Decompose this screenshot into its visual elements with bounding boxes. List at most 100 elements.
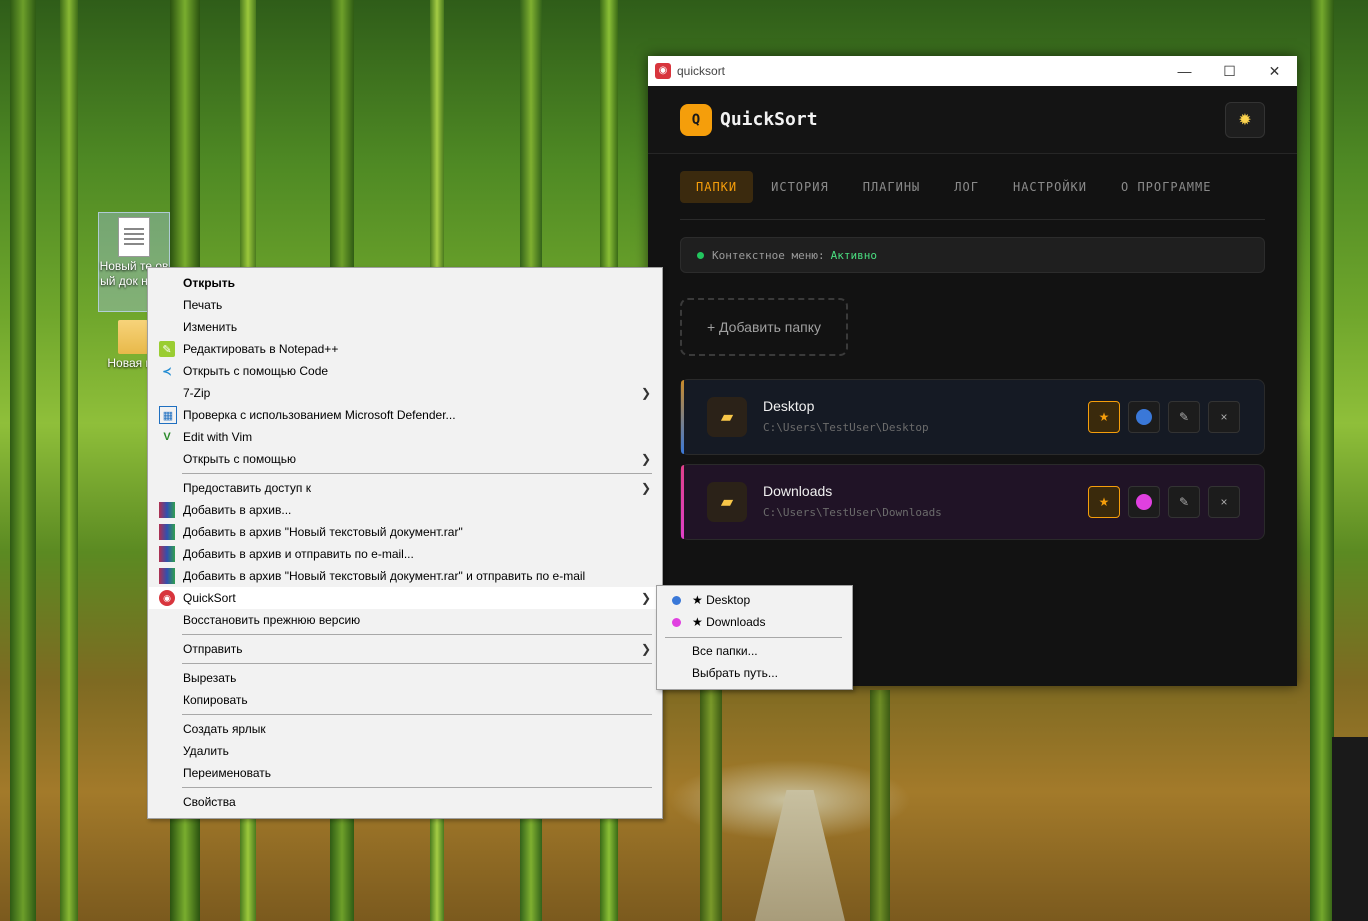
menu-item-add-archive-email[interactable]: Добавить в архив и отправить по e-mail..… xyxy=(149,543,661,565)
menu-item-add-archive-rar-email[interactable]: Добавить в архив "Новый текстовый докуме… xyxy=(149,565,661,587)
tab-history[interactable]: ИСТОРИЯ xyxy=(755,171,845,203)
status-value: Активно xyxy=(830,248,877,262)
menu-separator xyxy=(182,787,652,788)
quicksort-app-icon: ◉ xyxy=(655,63,671,79)
submenu-item-desktop[interactable]: ★ Desktop xyxy=(658,589,851,611)
pencil-icon: ✎ xyxy=(1178,495,1190,509)
chevron-right-icon: ❯ xyxy=(640,591,651,605)
tab-log[interactable]: ЛОГ xyxy=(938,171,995,203)
tab-plugins[interactable]: ПЛАГИНЫ xyxy=(847,171,937,203)
color-dot-icon xyxy=(672,617,681,627)
menu-item-label: Проверка с использованием Microsoft Defe… xyxy=(183,408,456,422)
menu-item-copy[interactable]: Копировать xyxy=(149,689,661,711)
menu-item-label: Редактировать в Notepad++ xyxy=(183,342,339,356)
color-swatch xyxy=(1136,494,1152,510)
edit-button[interactable]: ✎ xyxy=(1168,486,1200,518)
menu-separator xyxy=(665,637,842,638)
menu-item-label: Копировать xyxy=(183,693,248,707)
quicksort-submenu: ★ Desktop ★ Downloads Все папки... Выбра… xyxy=(656,585,853,690)
favorite-button[interactable]: ★ xyxy=(1088,401,1120,433)
edit-button[interactable]: ✎ xyxy=(1168,401,1200,433)
menu-item-properties[interactable]: Свойства xyxy=(149,791,661,813)
winrar-icon xyxy=(159,568,175,584)
menu-item-notepadpp[interactable]: ✎ Редактировать в Notepad++ xyxy=(149,338,661,360)
menu-item-edit[interactable]: Изменить xyxy=(149,316,661,338)
maximize-button[interactable]: ☐ xyxy=(1207,56,1252,86)
menu-item-label: Удалить xyxy=(183,744,229,758)
menu-separator xyxy=(182,634,652,635)
folder-path: C:\Users\TestUser\Downloads xyxy=(763,506,942,519)
tab-settings[interactable]: НАСТРОЙКИ xyxy=(997,171,1103,203)
theme-toggle-button[interactable]: ✹ xyxy=(1225,102,1265,138)
add-folder-button[interactable]: + Добавить папку xyxy=(680,298,848,356)
menu-item-delete[interactable]: Удалить xyxy=(149,740,661,762)
menu-item-add-archive[interactable]: Добавить в архив... xyxy=(149,499,661,521)
menu-item-quicksort[interactable]: ◉ QuickSort ❯ xyxy=(149,587,661,609)
menu-item-open-code[interactable]: ≺ Открыть с помощью Code xyxy=(149,360,661,382)
close-icon: × xyxy=(1220,495,1228,509)
menu-item-label: Предоставить доступ к xyxy=(183,481,311,495)
submenu-item-choose-path[interactable]: Выбрать путь... xyxy=(658,662,851,684)
menu-item-print[interactable]: Печать xyxy=(149,294,661,316)
menu-item-add-archive-rar[interactable]: Добавить в архив "Новый текстовый докуме… xyxy=(149,521,661,543)
color-picker-button[interactable] xyxy=(1128,486,1160,518)
minimize-button[interactable]: — xyxy=(1162,56,1207,86)
menu-item-label: Добавить в архив "Новый текстовый докуме… xyxy=(183,525,463,539)
menu-item-open-with[interactable]: Открыть с помощью ❯ xyxy=(149,448,661,470)
chevron-right-icon: ❯ xyxy=(640,481,651,495)
remove-button[interactable]: × xyxy=(1208,401,1240,433)
path-walkway xyxy=(755,790,845,921)
folder-icon: ▰ xyxy=(707,397,747,437)
folder-name: Downloads xyxy=(763,483,833,499)
star-icon: ★ xyxy=(1098,410,1110,424)
chevron-right-icon: ❯ xyxy=(640,386,651,400)
star-icon: ★ xyxy=(1098,495,1110,509)
menu-item-label: Печать xyxy=(183,298,223,312)
menu-item-restore-version[interactable]: Восстановить прежнюю версию xyxy=(149,609,661,631)
menu-item-share[interactable]: Предоставить доступ к ❯ xyxy=(149,477,661,499)
defender-icon: ▦ xyxy=(159,406,177,424)
submenu-item-all-folders[interactable]: Все папки... xyxy=(658,640,851,662)
menu-item-7zip[interactable]: 7-Zip ❯ xyxy=(149,382,661,404)
menu-item-rename[interactable]: Переименовать xyxy=(149,762,661,784)
tab-folders[interactable]: ПАПКИ xyxy=(680,171,754,203)
menu-item-open[interactable]: Открыть xyxy=(149,272,661,294)
winrar-icon xyxy=(159,524,175,540)
menu-item-label: Отправить xyxy=(183,642,243,656)
color-picker-button[interactable] xyxy=(1128,401,1160,433)
menu-item-label: Открыть xyxy=(183,276,236,290)
menu-item-create-shortcut[interactable]: Создать ярлык xyxy=(149,718,661,740)
card-accent xyxy=(681,380,684,454)
menu-item-label: Свойства xyxy=(183,795,236,809)
color-dot-icon xyxy=(672,595,681,605)
menu-item-label: Создать ярлык xyxy=(183,722,266,736)
folder-path: C:\Users\TestUser\Desktop xyxy=(763,421,929,434)
chevron-right-icon: ❯ xyxy=(640,452,651,466)
menu-item-cut[interactable]: Вырезать xyxy=(149,667,661,689)
context-menu-status: Контекстное меню: Активно xyxy=(680,237,1265,273)
color-swatch xyxy=(1136,409,1152,425)
menu-separator xyxy=(182,663,652,664)
menu-item-label: Добавить в архив... xyxy=(183,503,292,517)
folder-icon: ▰ xyxy=(707,482,747,522)
folder-name: Desktop xyxy=(763,398,815,414)
card-accent xyxy=(681,465,684,539)
menu-item-vim[interactable]: V Edit with Vim xyxy=(149,426,661,448)
remove-button[interactable]: × xyxy=(1208,486,1240,518)
menu-item-label: Изменить xyxy=(183,320,238,334)
folder-card-downloads[interactable]: ▰ Downloads C:\Users\TestUser\Downloads … xyxy=(680,464,1265,540)
folder-card-desktop[interactable]: ▰ Desktop C:\Users\TestUser\Desktop ★ ✎ … xyxy=(680,379,1265,455)
favorite-button[interactable]: ★ xyxy=(1088,486,1120,518)
window-titlebar[interactable]: ◉ quicksort — ☐ ✕ xyxy=(648,56,1297,86)
menu-item-defender[interactable]: ▦ Проверка с использованием Microsoft De… xyxy=(149,404,661,426)
menu-item-label: Добавить в архив и отправить по e-mail..… xyxy=(183,547,414,561)
close-icon: × xyxy=(1220,410,1228,424)
status-indicator-icon xyxy=(697,251,704,259)
app-header: Q QuickSort ✹ xyxy=(648,86,1297,154)
submenu-item-downloads[interactable]: ★ Downloads xyxy=(658,611,851,633)
tab-bar: ПАПКИ ИСТОРИЯ ПЛАГИНЫ ЛОГ НАСТРОЙКИ О ПР… xyxy=(680,171,1265,220)
close-button[interactable]: ✕ xyxy=(1252,56,1297,86)
menu-item-send-to[interactable]: Отправить ❯ xyxy=(149,638,661,660)
tab-about[interactable]: О ПРОГРАММЕ xyxy=(1105,171,1227,203)
menu-separator xyxy=(182,714,652,715)
